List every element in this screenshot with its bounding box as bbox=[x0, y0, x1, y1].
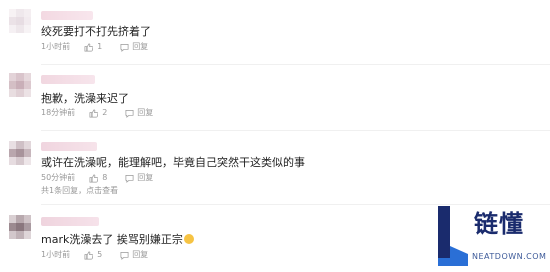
reply-label: 回复 bbox=[132, 250, 149, 259]
reply-button[interactable]: 回复 bbox=[125, 173, 153, 183]
divider bbox=[41, 64, 550, 65]
watermark-title: 链懂 bbox=[474, 210, 524, 238]
laugh-emoji-icon bbox=[183, 234, 194, 244]
reply-label: 回复 bbox=[137, 173, 154, 182]
comment-text-content: mark洗澡去了 挨骂别嫌正宗 bbox=[41, 233, 183, 246]
comment-text: 或许在洗澡呢，能理解吧，毕竟自己突然干这类似的事 bbox=[41, 156, 305, 169]
like-count: 5 bbox=[97, 250, 103, 259]
username-blurred[interactable] bbox=[41, 75, 95, 84]
like-button[interactable]: 1 bbox=[84, 42, 102, 52]
reply-button[interactable]: 回复 bbox=[120, 250, 148, 260]
avatar[interactable] bbox=[9, 9, 31, 33]
neatdown-watermark: 链懂 NEATDOWN.COM bbox=[432, 200, 550, 272]
thumbs-up-icon bbox=[84, 251, 94, 259]
thumbs-up-icon bbox=[84, 43, 94, 51]
avatar[interactable] bbox=[9, 141, 31, 165]
comment-time: 1小时前 bbox=[41, 42, 71, 51]
comment-meta: 50分钟前 8 回复 bbox=[41, 173, 153, 183]
like-count: 8 bbox=[102, 173, 108, 182]
comment-text: 绞死要打不打先挤着了 bbox=[41, 25, 151, 38]
comment-time: 18分钟前 bbox=[41, 108, 76, 117]
comment-meta: 18分钟前 2 回复 bbox=[41, 108, 153, 118]
reply-icon bbox=[125, 109, 134, 118]
thumbs-up-icon bbox=[89, 174, 99, 182]
username-blurred[interactable] bbox=[41, 11, 93, 20]
like-count: 2 bbox=[102, 108, 108, 117]
avatar[interactable] bbox=[9, 73, 31, 97]
reply-icon bbox=[120, 43, 129, 52]
username-blurred[interactable] bbox=[41, 217, 99, 226]
like-count: 1 bbox=[97, 42, 103, 51]
like-button[interactable]: 5 bbox=[84, 250, 102, 260]
reply-label: 回复 bbox=[137, 108, 154, 117]
watermark-url: NEATDOWN.COM bbox=[472, 252, 547, 261]
comment-time: 1小时前 bbox=[41, 250, 71, 259]
neatdown-logo-icon bbox=[438, 206, 468, 266]
comment-text: mark洗澡去了 挨骂别嫌正宗 bbox=[41, 234, 194, 246]
thumbs-up-icon bbox=[89, 109, 99, 117]
reply-icon bbox=[125, 174, 134, 183]
comment-time: 50分钟前 bbox=[41, 173, 76, 182]
avatar[interactable] bbox=[9, 215, 31, 239]
comment-text: 抱歉，洗澡来迟了 bbox=[41, 92, 129, 105]
view-replies-link[interactable]: 共1条回复，点击查看 bbox=[41, 186, 118, 196]
like-button[interactable]: 2 bbox=[89, 108, 107, 118]
reply-icon bbox=[120, 251, 129, 260]
username-blurred[interactable] bbox=[41, 142, 97, 151]
reply-label: 回复 bbox=[132, 42, 149, 51]
divider bbox=[41, 130, 550, 131]
comment-meta: 1小时前 5 回复 bbox=[41, 250, 148, 260]
comment-meta: 1小时前 1 回复 bbox=[41, 42, 148, 52]
like-button[interactable]: 8 bbox=[89, 173, 107, 183]
reply-button[interactable]: 回复 bbox=[125, 108, 153, 118]
reply-button[interactable]: 回复 bbox=[120, 42, 148, 52]
